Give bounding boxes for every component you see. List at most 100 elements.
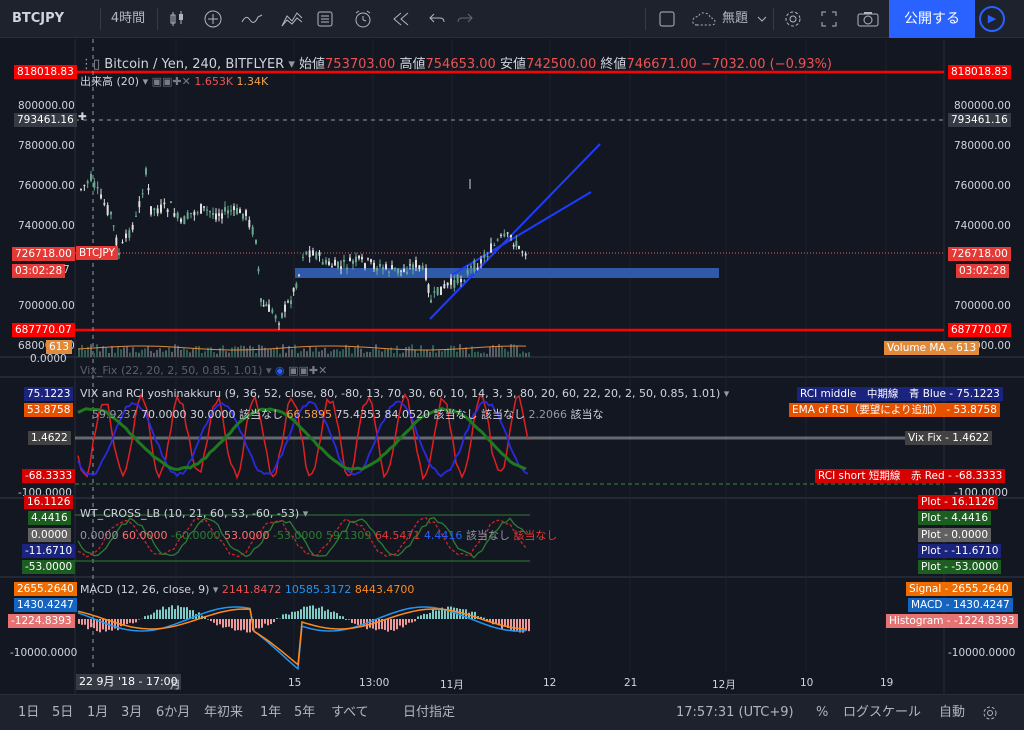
compare-plus-icon[interactable] bbox=[200, 0, 226, 38]
expand-icon[interactable] bbox=[816, 0, 842, 38]
price-tick-right: 780000.00 bbox=[954, 140, 1011, 152]
clock-display[interactable]: 17:57:31 (UTC+9) bbox=[676, 695, 794, 730]
macd-hist-bar bbox=[144, 616, 146, 619]
volume-bar bbox=[156, 350, 158, 357]
hide-legend-icon[interactable]: ⋮▯ bbox=[80, 57, 104, 72]
auto-scale-toggle[interactable]: 自動 bbox=[939, 695, 965, 730]
channel-line-upper[interactable] bbox=[449, 191, 592, 277]
vix-rci-title[interactable]: VIX and RCI yoshinakkuru (9, 36, 52, clo… bbox=[80, 387, 720, 400]
volume-bar bbox=[81, 344, 83, 357]
volume-bar bbox=[453, 345, 455, 357]
volume-bar bbox=[312, 351, 314, 357]
range-ytd[interactable]: 年初来 bbox=[204, 695, 243, 730]
volume-title[interactable]: 出来高 (20) bbox=[80, 75, 139, 88]
candle-type-icon[interactable] bbox=[164, 0, 190, 38]
eye-icon[interactable]: ◉ bbox=[275, 364, 285, 377]
cloud-icon[interactable] bbox=[688, 0, 720, 38]
zone-rectangle[interactable] bbox=[295, 268, 719, 278]
symbol-title[interactable]: Bitcoin / Yen, 240, BITFLYER bbox=[104, 57, 284, 72]
macd-hist-bar bbox=[159, 609, 161, 619]
volume-bar bbox=[141, 349, 143, 357]
chevron-down-icon[interactable]: ▾ bbox=[303, 507, 309, 520]
goto-date-button[interactable]: 日付指定 bbox=[403, 695, 455, 730]
macd-hist-bar bbox=[321, 606, 323, 619]
alert-clock-icon[interactable] bbox=[350, 0, 376, 38]
volume-bar bbox=[78, 348, 80, 357]
replay-rewind-icon[interactable] bbox=[388, 0, 414, 38]
volume-bar bbox=[192, 348, 194, 357]
macd-hist-bar bbox=[354, 619, 356, 624]
gear-icon[interactable] bbox=[780, 0, 806, 38]
range-5d[interactable]: 5日 bbox=[52, 695, 73, 730]
chevron-down-icon[interactable]: ▾ bbox=[143, 75, 152, 88]
candle-body bbox=[302, 256, 304, 258]
macd-hist-bar bbox=[177, 605, 179, 619]
undo-icon[interactable] bbox=[424, 0, 450, 38]
price-tick-right: 760000.00 bbox=[954, 180, 1011, 192]
volume-bar bbox=[129, 352, 131, 357]
low-label: 安値 bbox=[499, 57, 526, 72]
candle-body bbox=[80, 188, 82, 190]
range-1d[interactable]: 1日 bbox=[18, 695, 39, 730]
log-scale-toggle[interactable]: ログスケール bbox=[843, 695, 921, 730]
hline-bottom-label-right: 687770.07 bbox=[948, 323, 1011, 337]
countdown-label-right: 03:02:28 bbox=[956, 264, 1010, 278]
symbol-search-button[interactable]: BTCJPY bbox=[8, 0, 68, 38]
range-1m[interactable]: 1月 bbox=[87, 695, 108, 730]
legend-buttons-icon[interactable]: ▣▣✚✕ bbox=[152, 75, 195, 88]
financials-icon[interactable] bbox=[278, 0, 306, 38]
redo-icon[interactable] bbox=[452, 0, 478, 38]
chevron-down-icon[interactable]: ▾ bbox=[213, 583, 222, 596]
volume-bar bbox=[363, 352, 365, 357]
wt-value-2: 60.0000 bbox=[122, 529, 168, 542]
fullscreen-square-icon[interactable] bbox=[655, 0, 679, 38]
channel-line-lower[interactable] bbox=[429, 143, 601, 320]
candle-body bbox=[473, 260, 476, 272]
macd-hist-bar bbox=[339, 615, 341, 619]
range-1y[interactable]: 1年 bbox=[260, 695, 281, 730]
range-6m[interactable]: 6か月 bbox=[156, 695, 190, 730]
vix-fix-title[interactable]: Vix_Fix (22, 20, 2, 50, 0.85, 1.01) bbox=[80, 364, 262, 377]
chevron-down-icon[interactable] bbox=[755, 0, 769, 38]
camera-icon[interactable] bbox=[855, 0, 881, 38]
macd-hist-bar bbox=[351, 619, 353, 623]
interval-selector[interactable]: 4時間 bbox=[106, 0, 150, 38]
candle-body bbox=[170, 201, 172, 204]
templates-icon[interactable] bbox=[312, 0, 338, 38]
candle-body bbox=[415, 260, 417, 268]
macd-hist-bar bbox=[156, 609, 158, 619]
macd-hist-bar bbox=[138, 619, 140, 620]
price-candles[interactable] bbox=[80, 166, 527, 331]
macd-hist-bar bbox=[405, 619, 407, 625]
indicator-wave-icon[interactable] bbox=[238, 0, 266, 38]
layout-name[interactable]: 無題 bbox=[720, 0, 750, 38]
range-5y[interactable]: 5年 bbox=[294, 695, 315, 730]
chevron-down-icon[interactable]: ▾ bbox=[724, 387, 730, 400]
macd-hist-bar bbox=[267, 619, 269, 626]
percent-toggle[interactable]: % bbox=[816, 695, 828, 730]
volume-bar bbox=[183, 348, 185, 357]
legend-buttons-icon[interactable]: ▣▣✚✕ bbox=[288, 364, 327, 377]
candle-body bbox=[200, 203, 202, 214]
wt-values: 0.0000 60.0000 -60.0000 53.0000 -53.0000… bbox=[80, 527, 557, 543]
chart-area[interactable]: ⋮▯ Bitcoin / Yen, 240, BITFLYER ▾ 始値7537… bbox=[0, 39, 1024, 694]
publish-button[interactable]: 公開する bbox=[889, 0, 975, 38]
add-plus-icon[interactable]: ✚ bbox=[78, 111, 87, 123]
macd-hist-bar bbox=[249, 619, 251, 633]
volume-bar bbox=[96, 344, 98, 357]
crosshair-time-label: 22 9月 '18 - 17:00 bbox=[76, 674, 181, 690]
macd-title[interactable]: MACD (12, 26, close, 9) bbox=[80, 583, 209, 596]
range-3m[interactable]: 3月 bbox=[121, 695, 142, 730]
candle-body bbox=[180, 218, 182, 223]
volume-value-1: 1.653K bbox=[194, 75, 234, 88]
macd-hist-bar bbox=[282, 614, 284, 619]
candle-body bbox=[176, 212, 179, 219]
wt-title[interactable]: WT_CROSS_LB (10, 21, 60, 53, -60, -53) bbox=[80, 507, 299, 520]
candle-body bbox=[112, 225, 115, 227]
play-icon[interactable]: ▶ bbox=[979, 6, 1005, 32]
range-all[interactable]: すべて bbox=[331, 695, 369, 730]
macd-hist-bar bbox=[423, 613, 425, 619]
gear-icon[interactable] bbox=[982, 695, 998, 730]
chevron-down-icon[interactable]: ▾ bbox=[266, 364, 275, 377]
chevron-down-icon[interactable]: ▾ bbox=[288, 57, 299, 72]
